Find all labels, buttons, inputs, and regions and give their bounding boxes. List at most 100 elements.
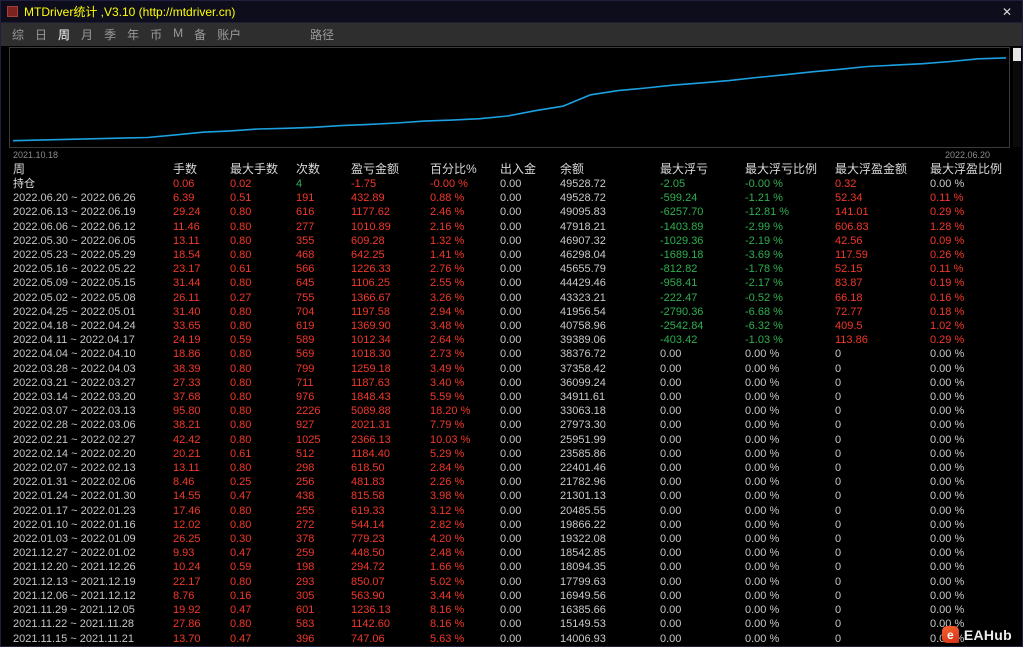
table-cell: 3.49 %: [430, 362, 465, 375]
table-cell: 0.06: [173, 178, 195, 190]
table-row[interactable]: 2022.02.07 ~ 2022.02.13 13.11 0.80 298 618.5…: [9, 461, 1016, 475]
table-row[interactable]: 2022.05.09 ~ 2022.05.15 31.44 0.80 645 1106.…: [9, 276, 1016, 290]
table-cell: 0.00 %: [930, 405, 965, 418]
table-row[interactable]: 2022.02.14 ~ 2022.02.20 20.21 0.61 512 1184.…: [9, 447, 1016, 461]
table-cell: 0.00: [500, 263, 522, 276]
table-row[interactable]: 2022.06.20 ~ 2022.06.26 6.39 0.51 191 432.89…: [9, 191, 1016, 205]
table-row[interactable]: 2022.06.06 ~ 2022.06.12 11.46 0.80 277 1010.…: [9, 220, 1016, 234]
table-row[interactable]: 2022.05.30 ~ 2022.06.05 13.11 0.80 355 609.2…: [9, 234, 1016, 248]
table-row[interactable]: 2022.05.23 ~ 2022.05.29 18.54 0.80 468 642.2…: [9, 248, 1016, 262]
column-header[interactable]: 最大浮亏比例: [741, 160, 831, 177]
table-row[interactable]: 2022.04.18 ~ 2022.04.24 33.65 0.80 619 1369.…: [9, 319, 1016, 333]
table-cell: 589: [296, 334, 315, 347]
table-row[interactable]: 2022.04.04 ~ 2022.04.10 18.86 0.80 569 1018.…: [9, 347, 1016, 361]
table-cell: 3.98 %: [430, 490, 465, 503]
table-row[interactable]: 2022.01.24 ~ 2022.01.30 14.55 0.47 438 815.5…: [9, 489, 1016, 503]
table-row[interactable]: 2022.03.28 ~ 2022.04.03 38.39 0.80 799 1259.…: [9, 362, 1016, 376]
table-row[interactable]: 2022.01.17 ~ 2022.01.23 17.46 0.80 255 619.3…: [9, 504, 1016, 518]
table-cell: 619.33: [351, 504, 385, 517]
table-row[interactable]: 2021.11.22 ~ 2021.11.28 27.86 0.80 583 1142.…: [9, 617, 1016, 631]
table-cell: 0.00 %: [930, 476, 965, 489]
table-cell: 33063.18: [560, 405, 606, 418]
table-cell: 0: [835, 362, 842, 375]
table-row[interactable]: 2021.12.20 ~ 2021.12.26 10.24 0.59 198 294.7…: [9, 560, 1016, 574]
column-header[interactable]: 盈亏金额: [347, 160, 426, 177]
table-cell: 355: [296, 234, 315, 247]
app-icon: [7, 6, 18, 17]
table-row[interactable]: 2022.03.21 ~ 2022.03.27 27.33 0.80 711 1187.…: [9, 376, 1016, 390]
vertical-scrollbar[interactable]: [1013, 47, 1021, 147]
menu-item-8[interactable]: M: [173, 26, 183, 43]
table-row[interactable]: 2022.01.31 ~ 2022.02.06 8.46 0.25 256 481.83…: [9, 475, 1016, 489]
table-cell: 18.54: [173, 249, 201, 262]
column-header[interactable]: 周: [9, 160, 169, 177]
table-cell: 0: [835, 518, 842, 531]
table-cell: 0.00: [660, 561, 682, 574]
menu-item-3[interactable]: 周: [58, 26, 70, 43]
table-row[interactable]: 2021.11.29 ~ 2021.12.05 19.92 0.47 601 1236.…: [9, 603, 1016, 617]
menu-item-1[interactable]: 综: [12, 26, 24, 43]
menu-item-10[interactable]: 账户: [217, 26, 241, 43]
table-cell: 43323.21: [560, 291, 606, 304]
menu-item-2[interactable]: 日: [35, 26, 47, 43]
table-cell: 0.00: [660, 490, 682, 503]
table-cell: 0.61: [230, 447, 252, 460]
table-cell: 8.76: [173, 589, 195, 602]
table-cell: 2022.01.03 ~ 2022.01.09: [13, 533, 136, 546]
table-cell: -6.32 %: [745, 320, 783, 333]
holding-row[interactable]: 持仓 0.06 0.02 4 -1.75 -0.00 % 0.00 49528.72 -2.05…: [9, 177, 1016, 191]
table-row[interactable]: 2021.11.15 ~ 2021.11.21 13.70 0.47 396 747.0…: [9, 632, 1016, 646]
table-cell: 0.80: [230, 376, 252, 389]
close-icon[interactable]: ✕: [998, 5, 1016, 19]
table-cell: 1177.62: [351, 206, 390, 219]
table-cell: 0.00 %: [930, 504, 965, 517]
table-cell: 0.00 %: [930, 561, 965, 574]
column-header[interactable]: 手数: [169, 160, 226, 177]
table-cell: 46298.04: [560, 249, 606, 262]
column-header[interactable]: 次数: [292, 160, 347, 177]
table-cell: 0.80: [230, 277, 252, 290]
menu-item-path[interactable]: 路径: [310, 26, 334, 43]
column-header[interactable]: 百分比%: [426, 160, 496, 177]
table-row[interactable]: 2022.02.28 ~ 2022.03.06 38.21 0.80 927 2021.…: [9, 418, 1016, 432]
table-cell: 616: [296, 206, 315, 219]
table-row[interactable]: 2022.03.14 ~ 2022.03.20 37.68 0.80 976 1848.…: [9, 390, 1016, 404]
table-cell: 49095.83: [560, 206, 606, 219]
table-row[interactable]: 2021.12.13 ~ 2021.12.19 22.17 0.80 293 850.0…: [9, 575, 1016, 589]
table-row[interactable]: 2022.04.11 ~ 2022.04.17 24.19 0.59 589 1012.…: [9, 333, 1016, 347]
table-cell: 409.5: [835, 320, 863, 333]
table-row[interactable]: 2021.12.06 ~ 2021.12.12 8.76 0.16 305 563.90…: [9, 589, 1016, 603]
table-cell: 66.18: [835, 291, 863, 304]
table-cell: 645: [296, 277, 315, 290]
scrollbar-thumb[interactable]: [1013, 48, 1021, 61]
table-cell: 36099.24: [560, 376, 606, 389]
table-row[interactable]: 2021.12.27 ~ 2022.01.02 9.93 0.47 259 448.50…: [9, 546, 1016, 560]
table-row[interactable]: 2022.02.21 ~ 2022.02.27 42.42 0.80 1025 2366…: [9, 433, 1016, 447]
column-header[interactable]: 出入金: [496, 160, 556, 177]
column-header[interactable]: 余额: [556, 160, 656, 177]
table-cell: 0.00: [660, 589, 682, 602]
table-row[interactable]: 2022.01.10 ~ 2022.01.16 12.02 0.80 272 544.1…: [9, 518, 1016, 532]
table-cell: 2021.11.22 ~ 2021.11.28: [13, 618, 135, 631]
table-row[interactable]: 2022.04.25 ~ 2022.05.01 31.40 0.80 704 1197.…: [9, 305, 1016, 319]
menu-item-9[interactable]: 备: [194, 26, 206, 43]
table-row[interactable]: 2022.03.07 ~ 2022.03.13 95.80 0.80 2226 5089…: [9, 404, 1016, 418]
table-cell: 72.77: [835, 305, 863, 318]
table-row[interactable]: 2022.05.02 ~ 2022.05.08 26.11 0.27 755 1366.…: [9, 291, 1016, 305]
menu-item-7[interactable]: 币: [150, 26, 162, 43]
table-cell: 2022.01.17 ~ 2022.01.23: [13, 504, 136, 517]
table-row[interactable]: 2022.06.13 ~ 2022.06.19 29.24 0.80 616 1177.…: [9, 205, 1016, 219]
column-header[interactable]: 最大浮亏: [656, 160, 741, 177]
menu-item-4[interactable]: 月: [81, 26, 93, 43]
table-row[interactable]: 2022.05.16 ~ 2022.05.22 23.17 0.61 566 1226.…: [9, 262, 1016, 276]
table-cell: 0.80: [230, 206, 252, 219]
column-header[interactable]: 最大浮盈金额: [831, 160, 926, 177]
table-cell: 19322.08: [560, 533, 606, 546]
column-header[interactable]: 最大浮盈比例: [926, 160, 1016, 177]
table-cell: 5.29 %: [430, 447, 465, 460]
menu-item-6[interactable]: 年: [127, 26, 139, 43]
column-header[interactable]: 最大手数: [226, 160, 292, 177]
table-cell: 2022.02.14 ~ 2022.02.20: [13, 447, 136, 460]
menu-item-5[interactable]: 季: [104, 26, 116, 43]
table-row[interactable]: 2022.01.03 ~ 2022.01.09 26.25 0.30 378 779.2…: [9, 532, 1016, 546]
